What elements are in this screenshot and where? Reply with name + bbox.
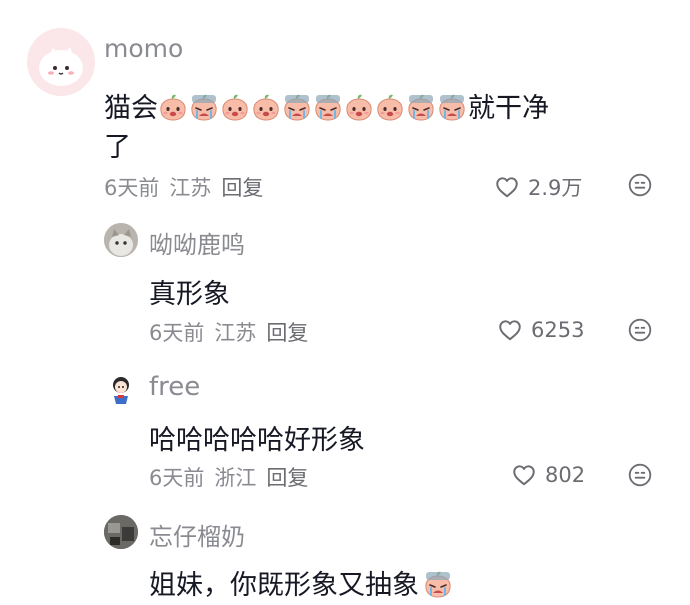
peach-face-emoji-icon bbox=[158, 92, 188, 122]
peach-face-emoji-icon bbox=[251, 92, 281, 122]
username[interactable]: momo bbox=[104, 34, 183, 63]
peach-cry-emoji-icon bbox=[437, 92, 467, 122]
avatar[interactable] bbox=[104, 515, 138, 549]
avatar[interactable] bbox=[104, 223, 138, 257]
username[interactable]: free bbox=[149, 372, 200, 402]
more-options-icon[interactable] bbox=[627, 317, 653, 343]
peach-cry-emoji-icon bbox=[313, 92, 343, 122]
like-button[interactable]: 6253 bbox=[497, 317, 584, 343]
timestamp: 6天前 bbox=[149, 321, 205, 345]
like-count: 2.9万 bbox=[528, 176, 583, 200]
peach-face-emoji-icon bbox=[220, 92, 250, 122]
heart-icon bbox=[497, 317, 523, 343]
reply-button[interactable]: 回复 bbox=[266, 321, 308, 345]
more-options-icon[interactable] bbox=[627, 172, 653, 198]
comment-text-start: 猫会 bbox=[104, 93, 158, 124]
comment-text: 猫会 就干净 bbox=[104, 86, 549, 125]
comment-text-end: 就干净 bbox=[468, 93, 549, 124]
more-options-icon[interactable] bbox=[627, 462, 653, 488]
peach-face-emoji-icon bbox=[375, 92, 405, 122]
comment-reply-2: free 哈哈哈哈哈好形象 6天前 浙江 回复 802 bbox=[0, 360, 690, 505]
comment-reply-3: 忘仔榴奶 姐妹，你既形象又抽象 bbox=[0, 505, 690, 605]
heart-icon bbox=[494, 174, 520, 200]
location: 浙江 bbox=[214, 466, 257, 490]
comment-text-body: 姐妹，你既形象又抽象 bbox=[149, 570, 419, 601]
comment-text: 真形象 bbox=[149, 279, 230, 310]
heart-icon bbox=[511, 462, 537, 488]
peach-face-emoji-icon bbox=[344, 92, 374, 122]
like-count: 6253 bbox=[531, 318, 585, 342]
emoji-row bbox=[158, 93, 468, 124]
peach-cry-emoji-icon bbox=[282, 92, 312, 122]
like-button[interactable]: 802 bbox=[511, 462, 585, 488]
comment-meta: 6天前 江苏 回复 bbox=[104, 172, 273, 202]
location: 江苏 bbox=[214, 321, 257, 345]
comment-reply-1: 呦呦鹿鸣 真形象 6天前 江苏 回复 6253 bbox=[0, 210, 690, 360]
avatar[interactable] bbox=[27, 28, 95, 96]
reply-button[interactable]: 回复 bbox=[221, 176, 263, 200]
location: 江苏 bbox=[169, 176, 212, 200]
peach-cry-emoji-icon bbox=[423, 569, 453, 599]
timestamp: 6天前 bbox=[104, 176, 160, 200]
comment-momo: momo 猫会 就干净 了 6天前 江苏 回复 2.9万 bbox=[0, 0, 690, 210]
comment-meta: 6天前 浙江 回复 bbox=[149, 462, 318, 492]
like-count: 802 bbox=[545, 463, 586, 487]
username[interactable]: 呦呦鹿鸣 bbox=[149, 225, 245, 260]
comment-text: 哈哈哈哈哈好形象 bbox=[149, 425, 365, 456]
comment-meta: 6天前 江苏 回复 bbox=[149, 317, 318, 347]
peach-cry-emoji-icon bbox=[406, 92, 436, 122]
peach-cry-emoji-icon bbox=[189, 92, 219, 122]
timestamp: 6天前 bbox=[149, 466, 205, 490]
like-button[interactable]: 2.9万 bbox=[494, 172, 582, 202]
avatar[interactable] bbox=[104, 372, 138, 406]
reply-button[interactable]: 回复 bbox=[266, 466, 308, 490]
comment-text: 姐妹，你既形象又抽象 bbox=[149, 563, 454, 602]
comment-text-line2: 了 bbox=[104, 132, 131, 163]
username[interactable]: 忘仔榴奶 bbox=[149, 517, 245, 552]
